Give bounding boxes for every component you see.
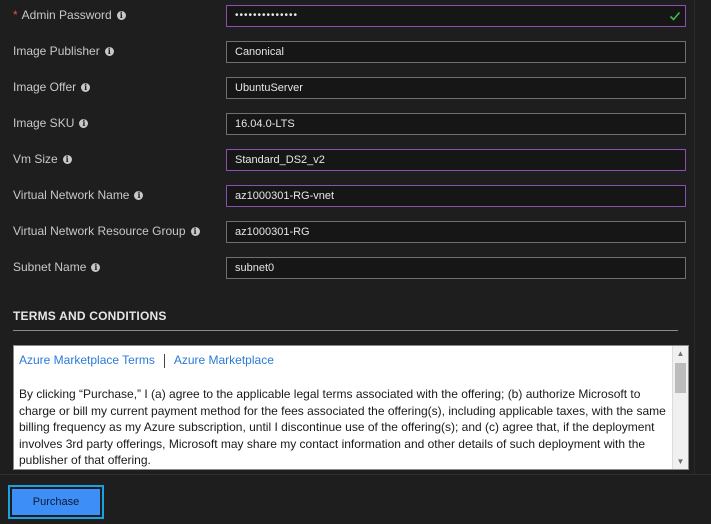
- info-icon[interactable]: i: [79, 119, 89, 129]
- virtual-network-resource-group-label: Virtual Network Resource Group i: [13, 224, 200, 238]
- image-publisher-label: Image Publisher i: [13, 44, 114, 58]
- image-offer-input[interactable]: UbuntuServer: [226, 77, 686, 99]
- footer-bar: Purchase: [0, 474, 711, 524]
- virtual-network-resource-group-input[interactable]: az1000301-RG: [226, 221, 686, 243]
- subnet-name-label: Subnet Name i: [13, 260, 101, 274]
- terms-scrollbar[interactable]: ▲ ▼: [672, 346, 688, 469]
- info-icon[interactable]: i: [104, 47, 114, 57]
- field-admin-password: * Admin Password i ••••••••••••••: [0, 5, 695, 27]
- deployment-form-page: * Admin Password i •••••••••••••• Image Pu…: [0, 0, 711, 524]
- terms-heading: TERMS AND CONDITIONS: [13, 309, 167, 323]
- field-image-publisher: Image Publisher i Canonical: [0, 41, 695, 63]
- info-icon[interactable]: i: [116, 11, 126, 21]
- subnet-name-input[interactable]: subnet0: [226, 257, 686, 279]
- terms-box: Azure Marketplace Terms Azure Marketplace…: [13, 345, 689, 470]
- image-offer-label: Image Offer i: [13, 80, 91, 94]
- purchase-button[interactable]: Purchase: [8, 485, 104, 519]
- purchase-button-label: Purchase: [12, 489, 100, 515]
- scroll-down-icon[interactable]: ▼: [676, 457, 685, 466]
- form-scroll-area: * Admin Password i •••••••••••••• Image Pu…: [0, 0, 695, 474]
- virtual-network-name-input[interactable]: az1000301-RG-vnet: [226, 185, 686, 207]
- info-icon[interactable]: i: [81, 83, 91, 93]
- virtual-network-name-label: Virtual Network Name i: [13, 188, 144, 202]
- image-sku-input[interactable]: 16.04.0-LTS: [226, 113, 686, 135]
- terms-links: Azure Marketplace Terms Azure Marketplace: [19, 353, 274, 368]
- terms-divider: [13, 330, 678, 331]
- field-image-sku: Image SKU i 16.04.0-LTS: [0, 113, 695, 135]
- scrollbar-thumb[interactable]: [675, 363, 686, 393]
- info-icon[interactable]: i: [190, 227, 200, 237]
- vm-size-label: Vm Size i: [13, 152, 72, 166]
- field-vm-size: Vm Size i Standard_DS2_v2: [0, 149, 695, 171]
- required-marker: *: [13, 8, 18, 22]
- page-scrollbar[interactable]: [694, 0, 711, 474]
- field-virtual-network-name: Virtual Network Name i az1000301-RG-vnet: [0, 185, 695, 207]
- terms-body: By clicking “Purchase,” I (a) agree to t…: [19, 387, 666, 467]
- checkmark-icon: [669, 11, 681, 21]
- info-icon[interactable]: i: [134, 191, 144, 201]
- image-sku-label: Image SKU i: [13, 116, 89, 130]
- field-subnet-name: Subnet Name i subnet0: [0, 257, 695, 279]
- info-icon[interactable]: i: [62, 155, 72, 165]
- vm-size-input[interactable]: Standard_DS2_v2: [226, 149, 686, 171]
- scroll-up-icon[interactable]: ▲: [676, 349, 685, 358]
- image-publisher-input[interactable]: Canonical: [226, 41, 686, 63]
- admin-password-label: * Admin Password i: [13, 8, 126, 22]
- info-icon[interactable]: i: [91, 263, 101, 273]
- field-image-offer: Image Offer i UbuntuServer: [0, 77, 695, 99]
- link-separator: [163, 353, 165, 368]
- field-virtual-network-resource-group: Virtual Network Resource Group i az100030…: [0, 221, 695, 243]
- azure-marketplace-terms-link[interactable]: Azure Marketplace Terms: [19, 353, 155, 367]
- admin-password-input[interactable]: ••••••••••••••: [226, 5, 686, 27]
- azure-marketplace-link[interactable]: Azure Marketplace: [174, 353, 274, 367]
